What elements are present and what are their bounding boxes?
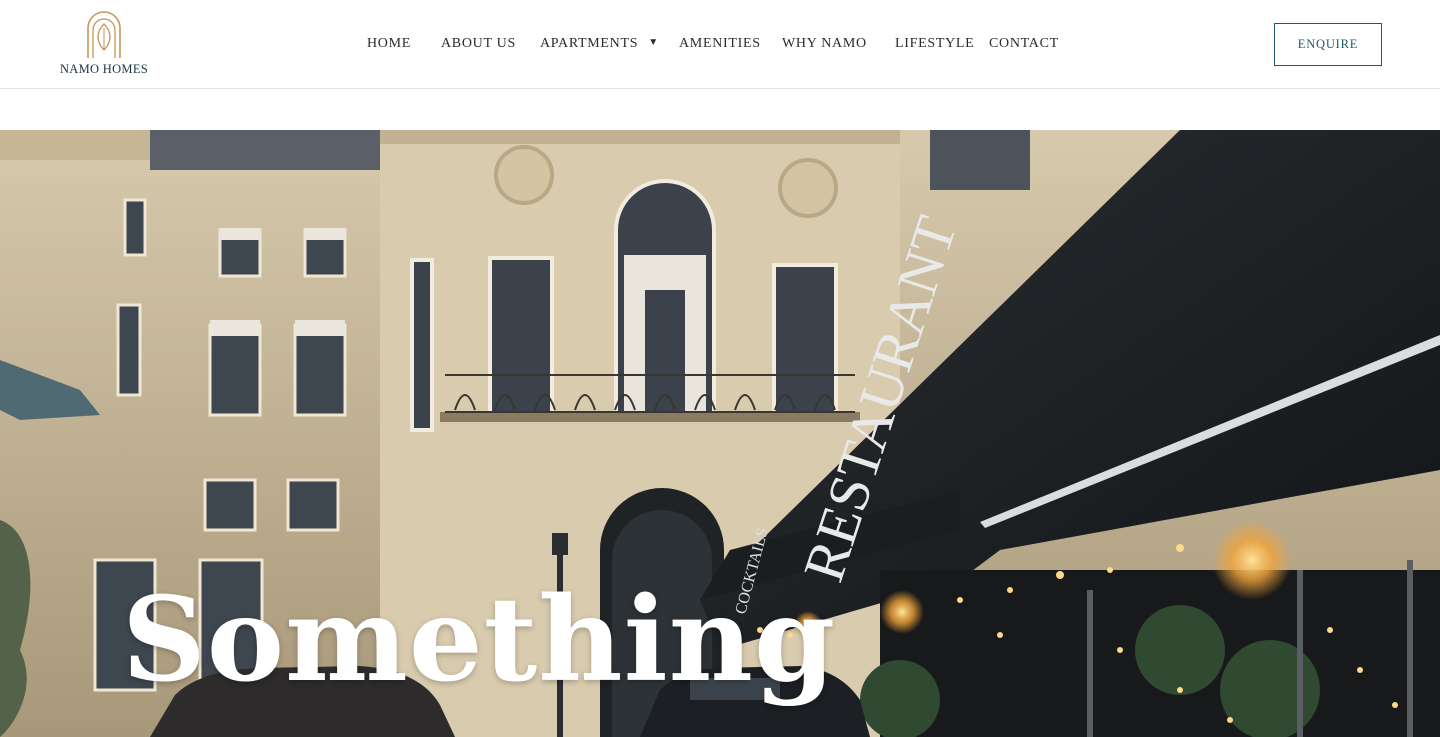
nav-item-amenities[interactable]: AMENITIES [679,36,761,52]
main-nav: HOME ABOUT US APARTMENTS ▼ AMENITIES WHY … [0,0,1440,89]
site-header: NAMO HOMES HOME ABOUT US APARTMENTS ▼ AME… [0,0,1440,89]
nav-item-contact[interactable]: CONTACT [989,36,1059,52]
nav-item-about-us[interactable]: ABOUT US [441,36,516,52]
hero-video[interactable]: RESTAURANT COCKTAILS Something [0,130,1440,737]
hero-headline: Something [122,572,837,708]
nav-item-home[interactable]: HOME [367,36,411,52]
header-spacer [0,90,1440,130]
nav-item-lifestyle[interactable]: LIFESTYLE [895,36,974,52]
nav-item-apartments-label: APARTMENTS [540,36,639,51]
nav-item-why-namo[interactable]: WHY NAMO [782,36,867,52]
enquire-button[interactable]: ENQUIRE [1274,23,1382,66]
nav-item-apartments[interactable]: APARTMENTS ▼ [540,36,659,52]
caret-down-icon: ▼ [648,37,659,48]
